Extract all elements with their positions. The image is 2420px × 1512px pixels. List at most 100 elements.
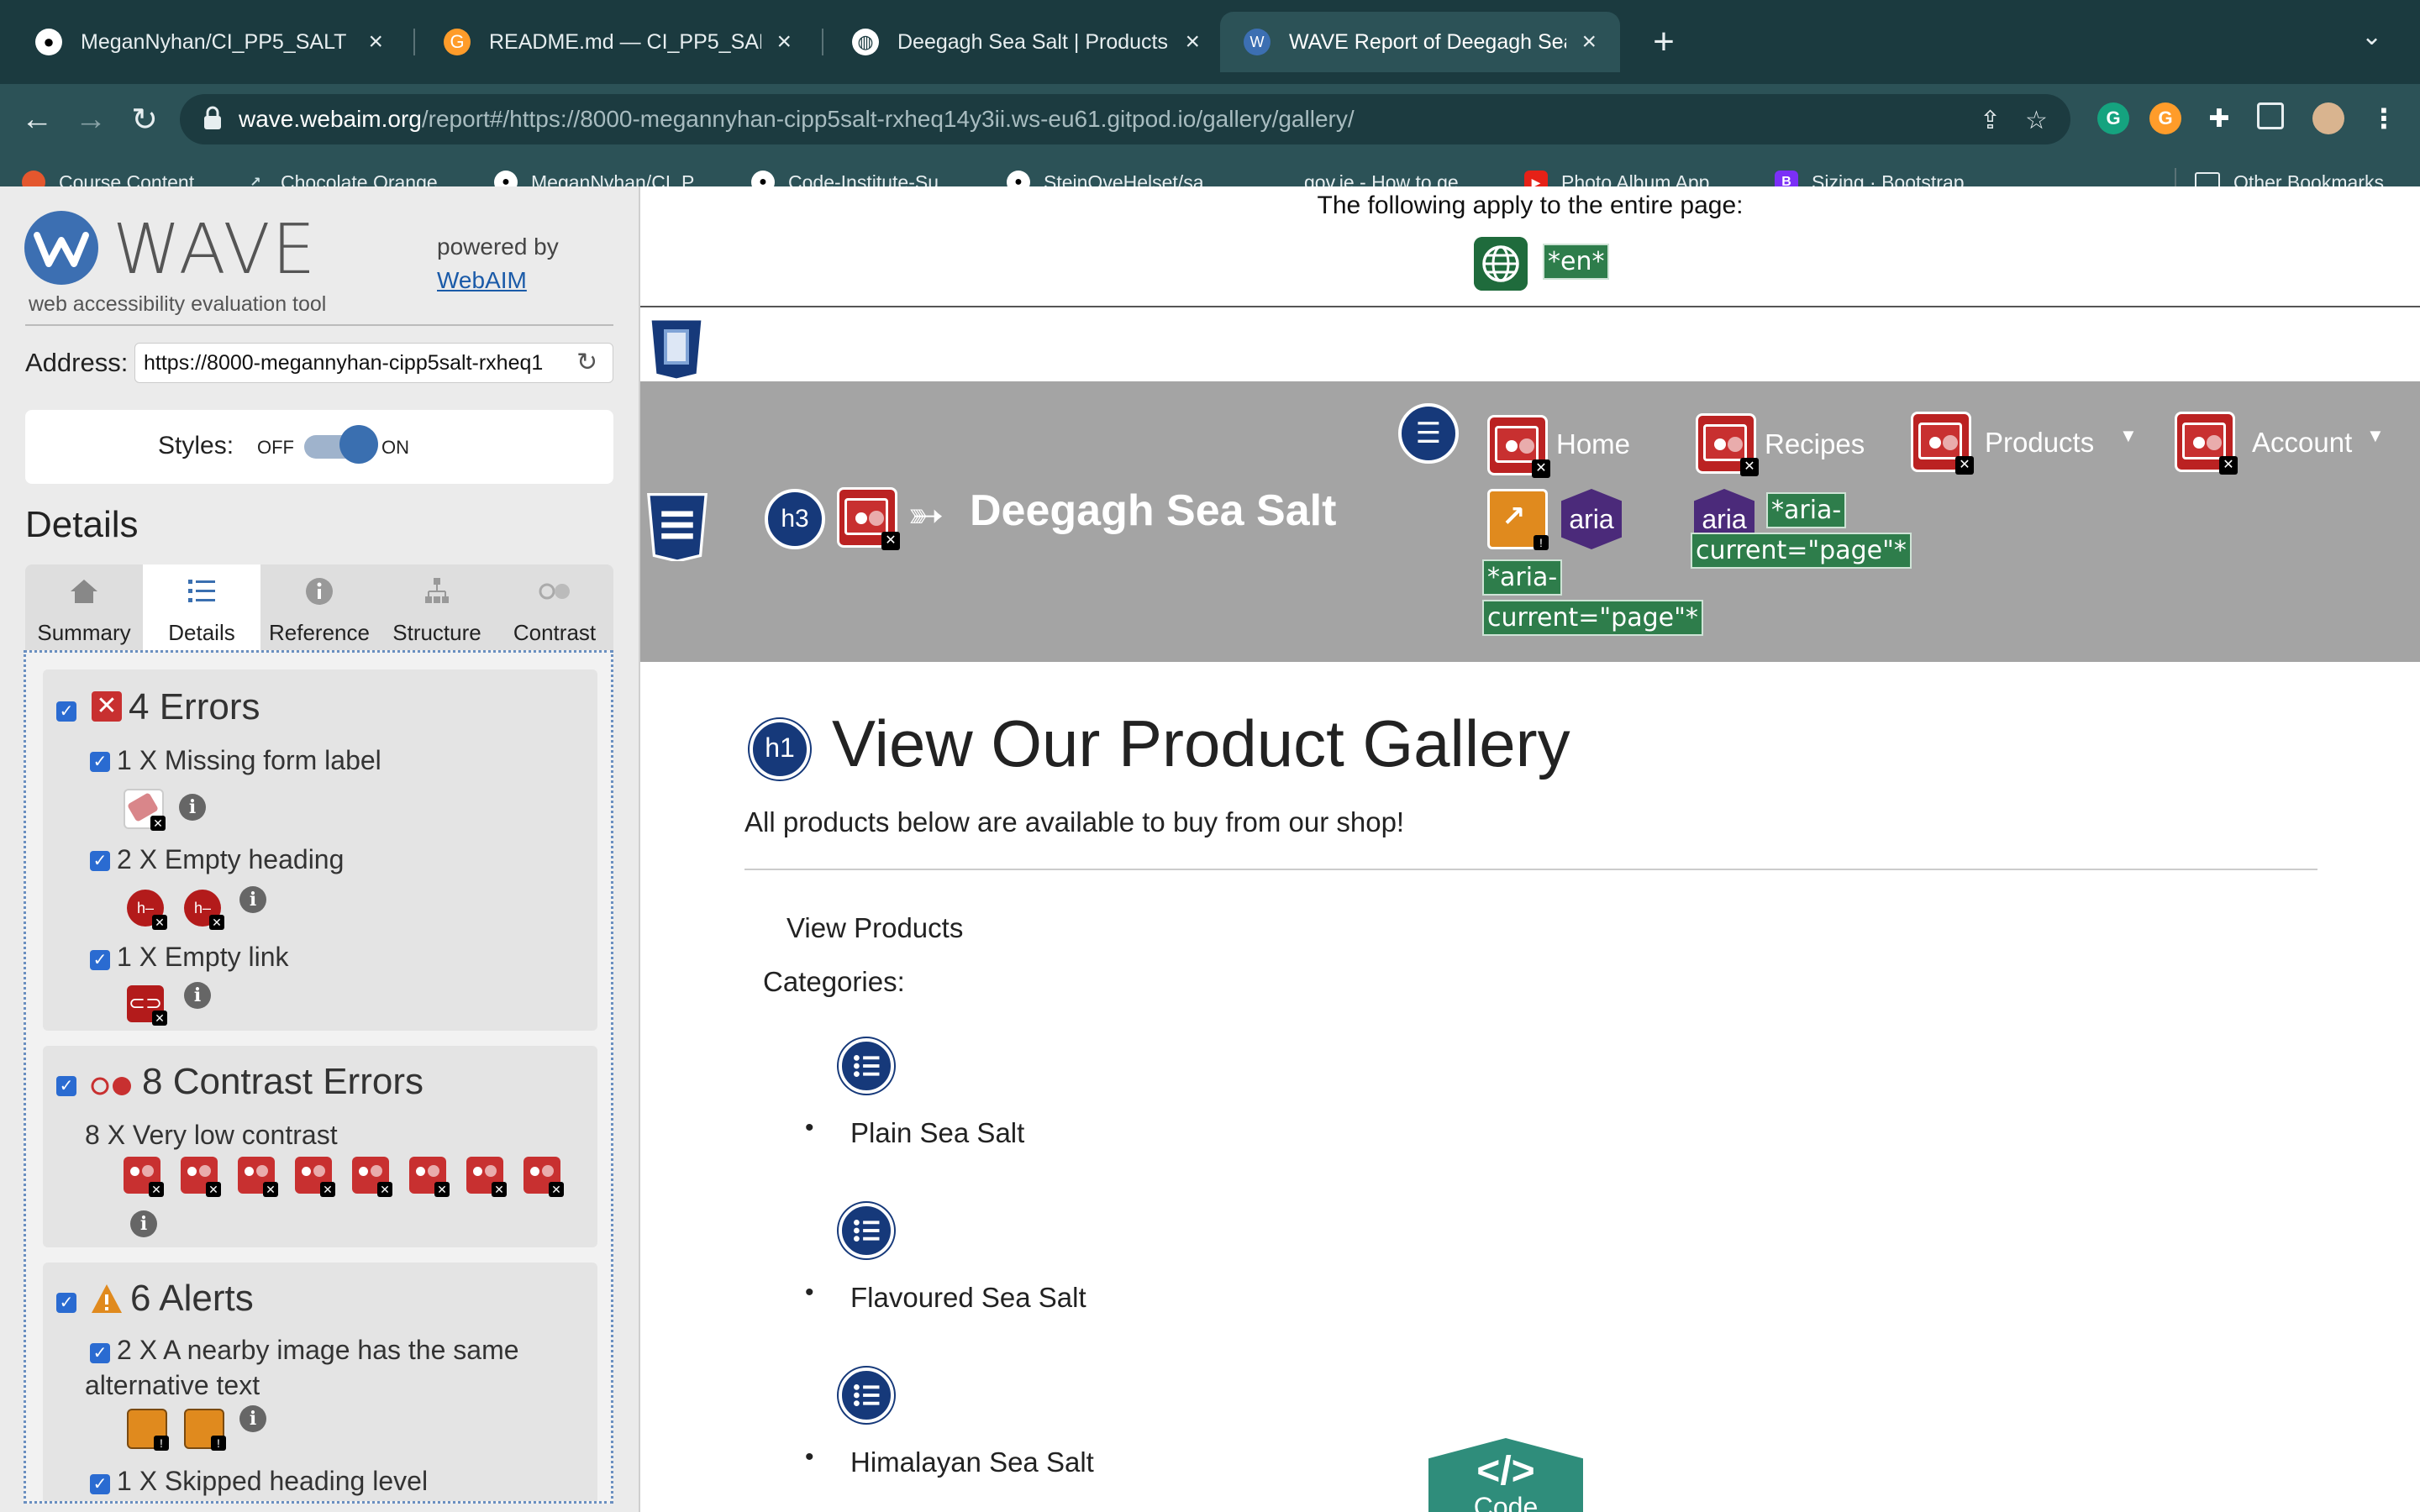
- contrast-error-icon[interactable]: ✕: [409, 1157, 450, 1197]
- close-icon[interactable]: ×: [1185, 28, 1200, 56]
- language-globe-icon[interactable]: [1474, 237, 1528, 291]
- info-icon[interactable]: i: [179, 794, 206, 821]
- home-icon: [71, 580, 97, 603]
- bookmark-star-icon[interactable]: ☆: [2025, 106, 2048, 135]
- browser-tab-gitpod[interactable]: G README.md — CI_PP5_SALT — ×: [420, 12, 815, 72]
- contrast-error-icon[interactable]: ✕: [181, 1157, 221, 1197]
- list-structure-icon[interactable]: [839, 1368, 894, 1423]
- nav-products[interactable]: Products: [1985, 427, 2094, 459]
- empty-heading-icon[interactable]: h– ✕: [127, 890, 167, 930]
- info-icon[interactable]: i: [239, 1405, 266, 1432]
- contrast-error-icon[interactable]: ✕: [238, 1157, 278, 1197]
- tab-label: Summary: [37, 620, 131, 645]
- contrast-error-icon[interactable]: ✕: [523, 1157, 564, 1197]
- warning-badge-icon: !: [1534, 535, 1549, 550]
- browser-tab-github[interactable]: ● MeganNyhan/CI_PP5_SALT ×: [12, 12, 407, 72]
- list-structure-icon[interactable]: [839, 1203, 894, 1258]
- tab-divider: [413, 29, 415, 55]
- aria-icon[interactable]: aria: [1561, 489, 1622, 549]
- tab-title: Deegagh Sea Salt | Products G: [897, 29, 1171, 54]
- contrast-checkbox[interactable]: ✓: [56, 1076, 76, 1096]
- browser-tab-deegagh[interactable]: ◍ Deegagh Sea Salt | Products G ×: [829, 12, 1223, 72]
- contrast-error-icon[interactable]: ✕: [2175, 412, 2238, 475]
- contrast-error-icon[interactable]: ✕: [352, 1157, 392, 1197]
- landmark-icon[interactable]: [644, 489, 711, 561]
- missing-form-label-icon[interactable]: ✕: [124, 789, 166, 831]
- nav-home[interactable]: Home: [1556, 428, 1630, 460]
- list-structure-icon[interactable]: [839, 1038, 894, 1094]
- styles-on-label: ON: [381, 437, 409, 458]
- reload-icon[interactable]: ↻: [576, 348, 597, 377]
- styles-toggle-knob[interactable]: [339, 425, 378, 464]
- share-icon[interactable]: ⇪: [1980, 106, 2001, 135]
- list-structure-icon[interactable]: ☰: [1398, 403, 1459, 464]
- info-icon[interactable]: i: [184, 982, 211, 1009]
- contrast-error-icon[interactable]: ✕: [466, 1157, 507, 1197]
- fish-logo-icon: ➳: [908, 491, 944, 540]
- alerts-checkbox[interactable]: ✓: [56, 1293, 76, 1313]
- errors-checkbox[interactable]: ✓: [56, 701, 76, 722]
- info-icon[interactable]: i: [130, 1210, 157, 1237]
- page-wide-annotations: The following apply to the entire page: …: [640, 186, 2420, 307]
- side-panel-icon[interactable]: [2257, 102, 2284, 129]
- skipped-heading-checkbox[interactable]: ✓: [90, 1474, 110, 1494]
- wave-tabs: Summary Details Reference Structure Cont…: [25, 564, 613, 652]
- close-icon[interactable]: ×: [1581, 28, 1597, 56]
- gitpod-extension-icon[interactable]: G: [2149, 102, 2181, 134]
- contrast-error-icon[interactable]: ✕: [1487, 415, 1550, 478]
- address-bar[interactable]: wave.webaim.org/report#/https://8000-meg…: [180, 94, 2070, 144]
- close-icon[interactable]: ×: [368, 28, 383, 56]
- code-toggle-button[interactable]: </> Code: [1428, 1438, 1583, 1512]
- category-link[interactable]: Flavoured Sea Salt: [850, 1282, 1086, 1314]
- same-alt-icon[interactable]: !: [184, 1409, 226, 1451]
- tab-structure[interactable]: Structure: [378, 564, 496, 652]
- contrast-error-icon[interactable]: ✕: [1696, 413, 1759, 476]
- extensions-puzzle-icon[interactable]: ✚: [2203, 102, 2235, 134]
- same-alt-icon[interactable]: !: [127, 1409, 169, 1451]
- page-wide-text: The following apply to the entire page:: [1317, 192, 1744, 219]
- address-input[interactable]: [134, 343, 613, 383]
- tab-search-icon[interactable]: ⌄: [2361, 22, 2382, 51]
- page-intro: All products below are available to buy …: [744, 806, 1405, 837]
- contrast-error-icon[interactable]: ✕: [837, 487, 900, 550]
- avatar[interactable]: [2312, 102, 2344, 134]
- empty-heading-checkbox[interactable]: ✓: [90, 851, 110, 871]
- contrast-error-icon[interactable]: ✕: [1911, 412, 1974, 475]
- info-icon[interactable]: i: [239, 886, 266, 913]
- landmark-icon[interactable]: [647, 314, 706, 380]
- h3-badge[interactable]: h3: [765, 489, 825, 549]
- error-item-text: 1 X Missing form label: [117, 745, 381, 775]
- new-tab-button[interactable]: +: [1639, 17, 1689, 67]
- back-icon[interactable]: ←: [13, 96, 60, 143]
- brand-name[interactable]: Deegagh Sea Salt: [970, 486, 1336, 536]
- category-link[interactable]: Plain Sea Salt: [850, 1117, 1024, 1149]
- h1-badge[interactable]: h1: [750, 719, 810, 780]
- reload-icon[interactable]: ↻: [121, 96, 168, 143]
- aria-current-tag: *aria-: [1766, 492, 1847, 528]
- tab-summary[interactable]: Summary: [25, 564, 143, 652]
- tab-reference[interactable]: Reference: [260, 564, 378, 652]
- alert-icon: [92, 1284, 122, 1313]
- browser-tab-wave[interactable]: W WAVE Report of Deegagh Sea ×: [1220, 12, 1620, 72]
- nav-recipes[interactable]: Recipes: [1765, 428, 1865, 460]
- x-badge-icon: ✕: [1740, 458, 1759, 476]
- tab-details[interactable]: Details: [143, 564, 260, 652]
- view-products-link[interactable]: View Products: [786, 912, 963, 944]
- empty-link-icon[interactable]: ⊂⊃ ✕: [127, 985, 167, 1026]
- category-link[interactable]: Himalayan Sea Salt: [850, 1446, 1094, 1478]
- forward-icon[interactable]: →: [67, 96, 114, 143]
- webaim-link[interactable]: WebAIM: [437, 267, 527, 294]
- empty-heading-icon[interactable]: h– ✕: [184, 890, 224, 930]
- missing-form-label-checkbox[interactable]: ✓: [90, 752, 110, 772]
- contrast-error-icon[interactable]: ✕: [124, 1157, 164, 1197]
- tab-contrast[interactable]: Contrast: [496, 564, 613, 652]
- contrast-error-icon[interactable]: ✕: [295, 1157, 335, 1197]
- nav-account[interactable]: Account: [2252, 427, 2352, 459]
- menu-dots-icon[interactable]: ⋮: [2368, 102, 2400, 134]
- same-alt-checkbox[interactable]: ✓: [90, 1343, 110, 1363]
- lock-icon: [204, 106, 221, 129]
- empty-link-checkbox[interactable]: ✓: [90, 950, 110, 970]
- grammarly-icon[interactable]: G: [2097, 102, 2129, 134]
- redundant-link-alert-icon[interactable]: ↗ !: [1487, 489, 1549, 550]
- close-icon[interactable]: ×: [776, 28, 792, 56]
